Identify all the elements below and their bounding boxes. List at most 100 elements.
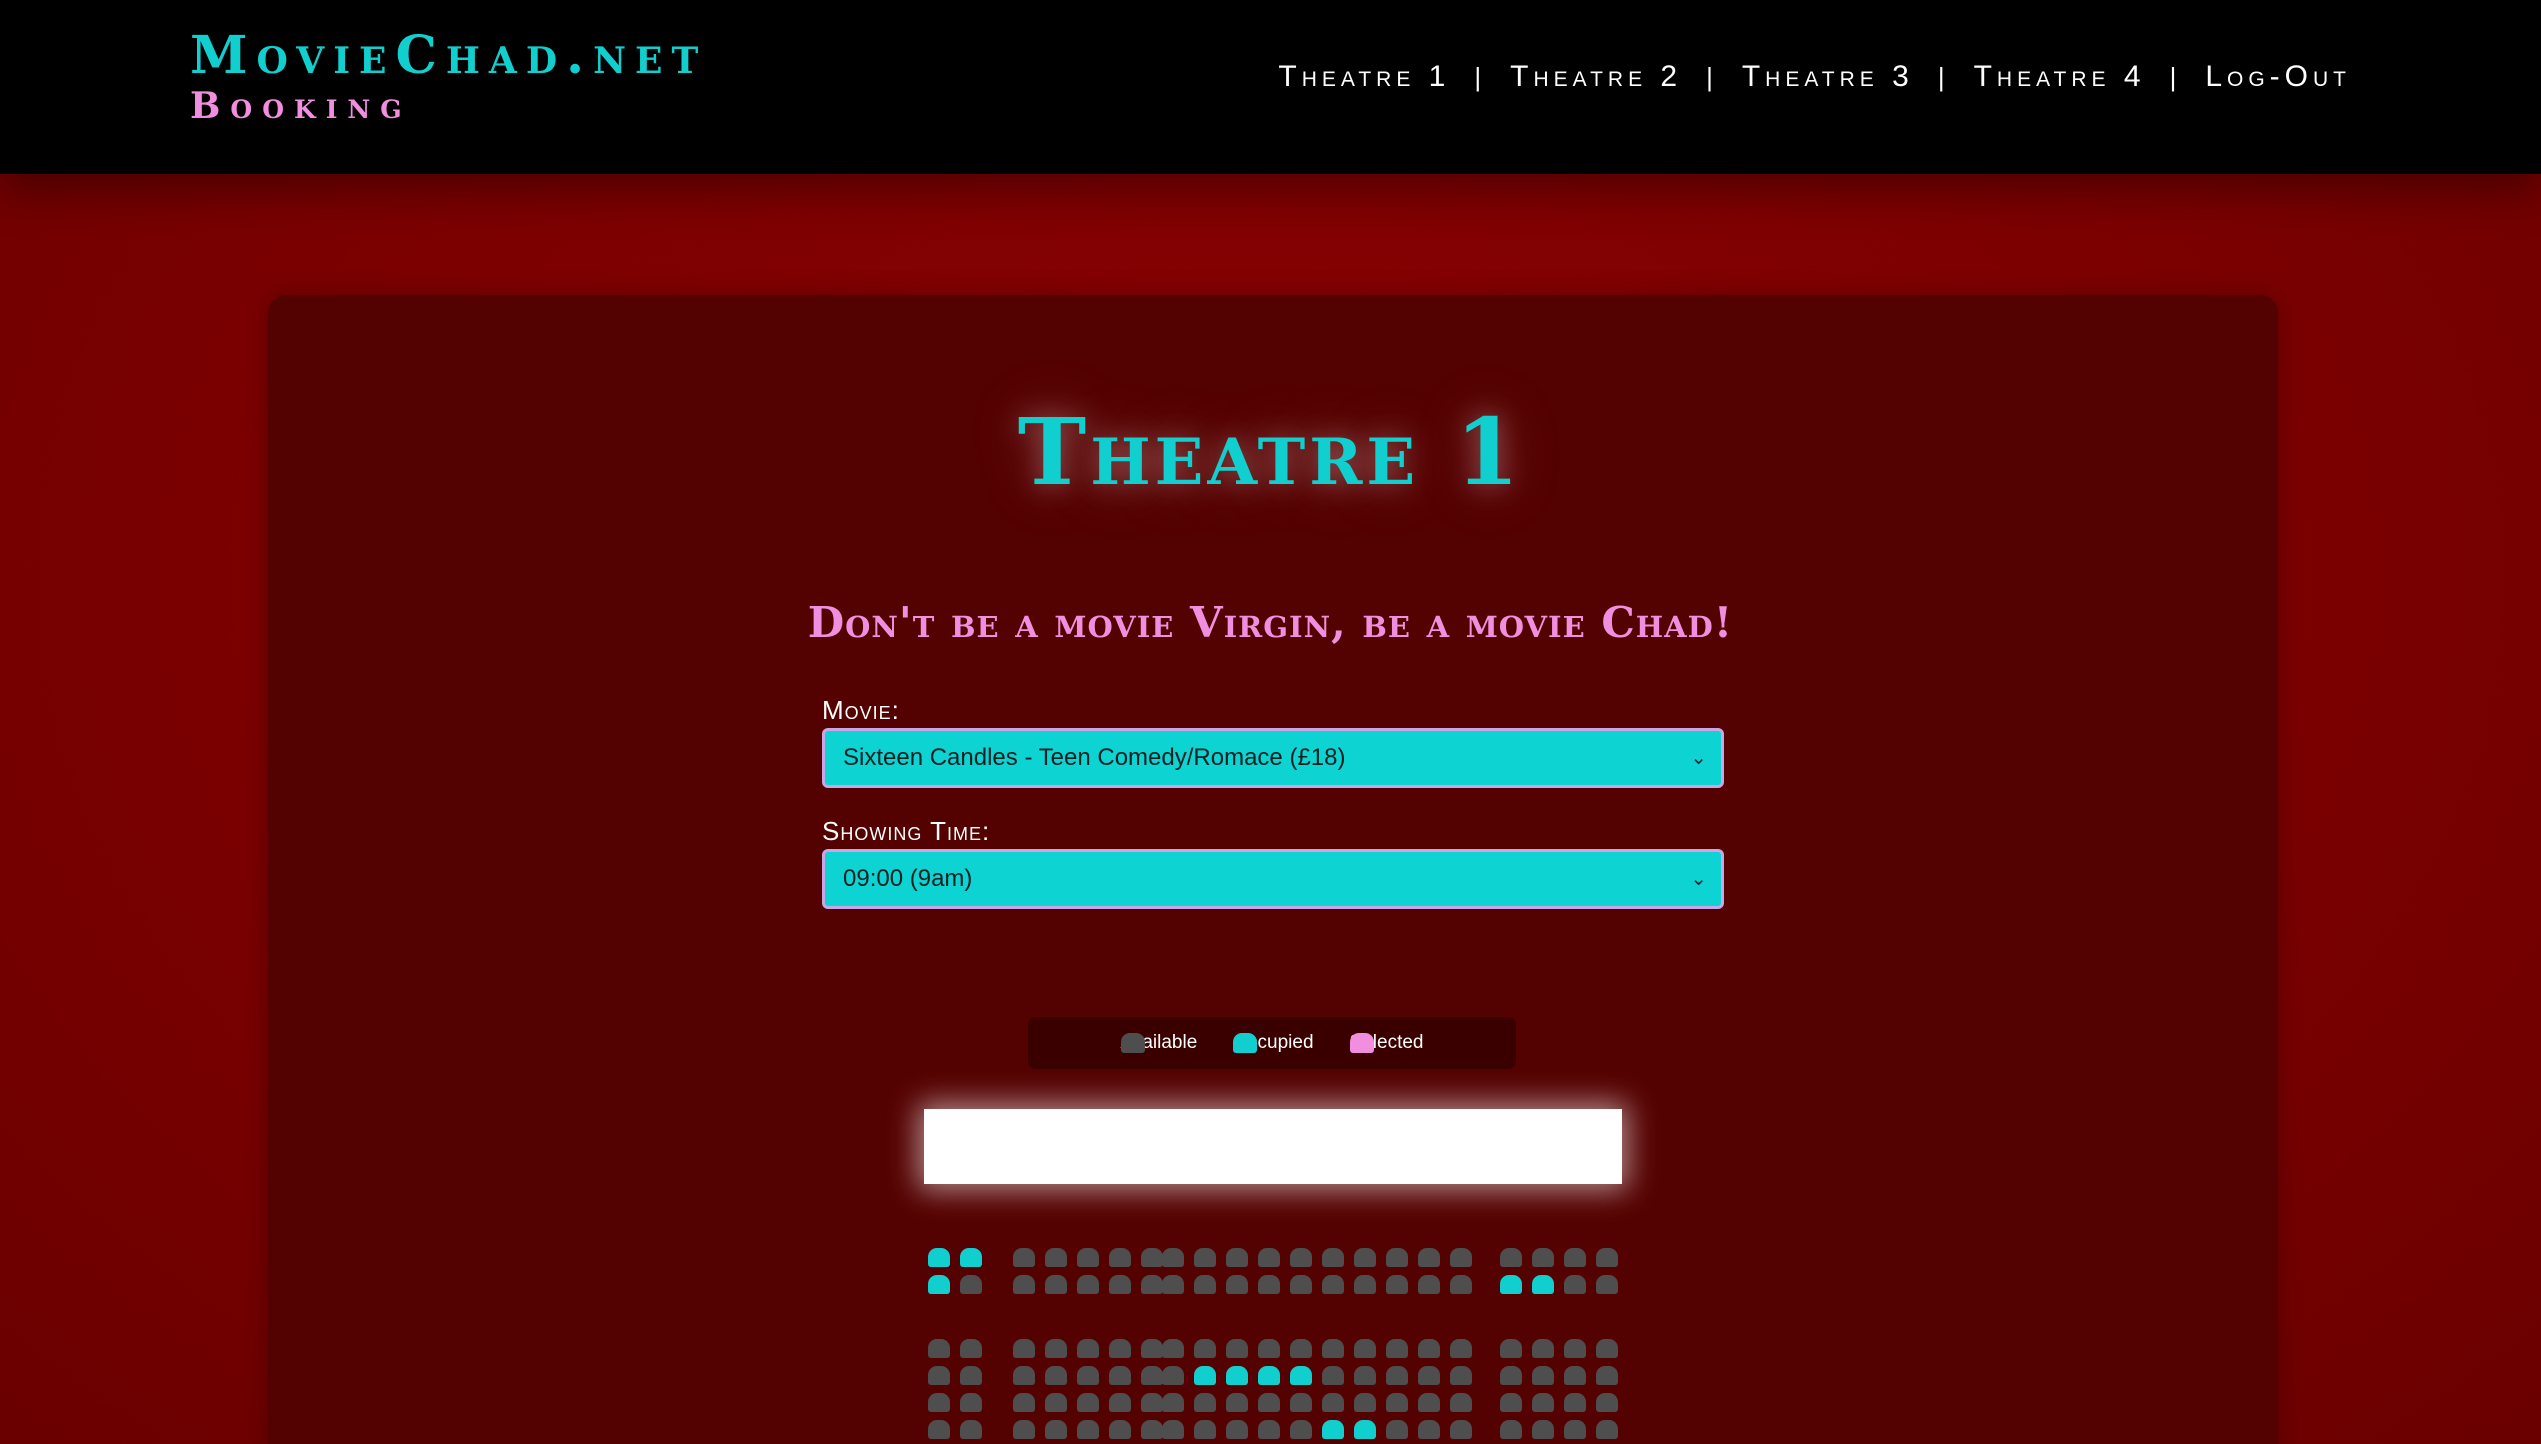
seat[interactable] [1077, 1275, 1099, 1294]
seat[interactable] [1500, 1420, 1522, 1439]
seat[interactable] [1322, 1339, 1344, 1358]
seat[interactable] [1258, 1339, 1280, 1358]
seat[interactable] [1226, 1275, 1248, 1294]
seat[interactable] [1258, 1248, 1280, 1267]
seat[interactable] [928, 1248, 950, 1267]
nav-theatre-1[interactable]: Theatre 1 [1278, 60, 1450, 94]
seat[interactable] [1013, 1393, 1035, 1412]
seat[interactable] [1450, 1339, 1472, 1358]
seat[interactable] [1077, 1339, 1099, 1358]
seat[interactable] [1322, 1420, 1344, 1439]
seat[interactable] [1013, 1248, 1035, 1267]
seat[interactable] [928, 1339, 950, 1358]
seat[interactable] [1500, 1339, 1522, 1358]
seat[interactable] [1354, 1339, 1376, 1358]
seat[interactable] [1077, 1366, 1099, 1385]
seat[interactable] [1045, 1339, 1067, 1358]
seat[interactable] [1226, 1420, 1248, 1439]
seat[interactable] [1290, 1339, 1312, 1358]
seat[interactable] [1564, 1275, 1586, 1294]
seat[interactable] [1226, 1248, 1248, 1267]
nav-theatre-2[interactable]: Theatre 2 [1510, 60, 1682, 94]
seat[interactable] [1450, 1366, 1472, 1385]
seat[interactable] [1322, 1275, 1344, 1294]
seat[interactable] [1418, 1339, 1440, 1358]
seat[interactable] [960, 1420, 982, 1439]
seat[interactable] [1532, 1248, 1554, 1267]
seat[interactable] [1013, 1339, 1035, 1358]
seat[interactable] [1077, 1393, 1099, 1412]
seat[interactable] [1500, 1275, 1522, 1294]
seat[interactable] [1226, 1339, 1248, 1358]
nav-theatre-3[interactable]: Theatre 3 [1742, 60, 1914, 94]
seat[interactable] [1386, 1248, 1408, 1267]
seat[interactable] [1354, 1420, 1376, 1439]
seat[interactable] [1109, 1248, 1131, 1267]
seat[interactable] [928, 1420, 950, 1439]
seat[interactable] [1045, 1420, 1067, 1439]
seat[interactable] [1596, 1275, 1618, 1294]
seat[interactable] [1109, 1366, 1131, 1385]
seat[interactable] [1532, 1275, 1554, 1294]
seat[interactable] [1596, 1248, 1618, 1267]
seat[interactable] [1290, 1275, 1312, 1294]
seat[interactable] [1290, 1393, 1312, 1412]
seat[interactable] [1500, 1393, 1522, 1412]
seat[interactable] [1596, 1420, 1618, 1439]
seat[interactable] [1500, 1248, 1522, 1267]
seat[interactable] [1141, 1393, 1163, 1412]
seat[interactable] [1354, 1366, 1376, 1385]
seat[interactable] [1013, 1366, 1035, 1385]
seat[interactable] [1141, 1275, 1163, 1294]
seat[interactable] [1532, 1420, 1554, 1439]
seat[interactable] [960, 1248, 982, 1267]
seat[interactable] [1141, 1366, 1163, 1385]
seat[interactable] [1386, 1366, 1408, 1385]
seat[interactable] [1077, 1420, 1099, 1439]
seat[interactable] [1162, 1366, 1184, 1385]
seat[interactable] [960, 1339, 982, 1358]
seat[interactable] [1162, 1420, 1184, 1439]
seat[interactable] [1418, 1420, 1440, 1439]
seat[interactable] [1045, 1275, 1067, 1294]
seat[interactable] [1386, 1339, 1408, 1358]
seat[interactable] [1045, 1393, 1067, 1412]
seat[interactable] [1450, 1275, 1472, 1294]
seat[interactable] [1450, 1393, 1472, 1412]
seat[interactable] [1564, 1248, 1586, 1267]
seat[interactable] [1564, 1366, 1586, 1385]
seat[interactable] [1162, 1248, 1184, 1267]
showing-time-select[interactable]: 09:00 (9am) ⌄ [822, 849, 1724, 909]
movie-select[interactable]: Sixteen Candles - Teen Comedy/Romace (£1… [822, 728, 1724, 788]
seat[interactable] [1109, 1393, 1131, 1412]
seat[interactable] [1450, 1248, 1472, 1267]
seat[interactable] [1013, 1420, 1035, 1439]
seat[interactable] [1322, 1248, 1344, 1267]
seat[interactable] [1258, 1393, 1280, 1412]
seat[interactable] [1045, 1366, 1067, 1385]
seat[interactable] [1354, 1248, 1376, 1267]
seat[interactable] [1354, 1393, 1376, 1412]
seat[interactable] [1045, 1248, 1067, 1267]
seat[interactable] [1564, 1393, 1586, 1412]
seat[interactable] [1194, 1366, 1216, 1385]
seat[interactable] [1162, 1393, 1184, 1412]
seat[interactable] [928, 1275, 950, 1294]
seat[interactable] [1386, 1275, 1408, 1294]
seat[interactable] [1450, 1420, 1472, 1439]
seat[interactable] [1077, 1248, 1099, 1267]
seat[interactable] [1500, 1366, 1522, 1385]
seat[interactable] [1418, 1393, 1440, 1412]
seat[interactable] [1013, 1275, 1035, 1294]
brand[interactable]: MovieChad.net Booking [190, 28, 707, 128]
seat[interactable] [1290, 1366, 1312, 1385]
seat[interactable] [960, 1393, 982, 1412]
seat[interactable] [1386, 1393, 1408, 1412]
seat[interactable] [1596, 1393, 1618, 1412]
seat[interactable] [1194, 1275, 1216, 1294]
seat[interactable] [1386, 1420, 1408, 1439]
nav-theatre-4[interactable]: Theatre 4 [1974, 60, 2146, 94]
seat[interactable] [1354, 1275, 1376, 1294]
seat[interactable] [1418, 1366, 1440, 1385]
seat[interactable] [1162, 1339, 1184, 1358]
